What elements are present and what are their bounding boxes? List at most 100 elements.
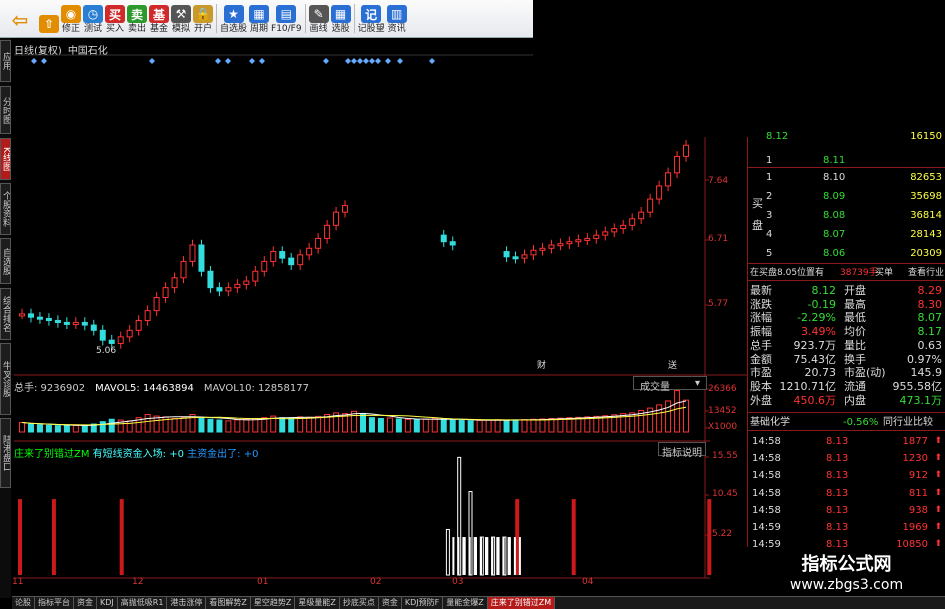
side-tab-7[interactable]: 陆港盘口 — [0, 418, 11, 488]
buy-row: 1 8.10 82653 — [748, 170, 945, 185]
volume-bar — [656, 404, 663, 433]
candle-body — [683, 144, 690, 157]
tick-price: 8.13 — [826, 487, 849, 499]
toolbar-button-sell[interactable]: 卖卖出 — [126, 0, 148, 37]
buy-volume: 20309 — [910, 248, 942, 259]
document-icon: ▤ — [276, 5, 297, 23]
volume-ma-5-line — [21, 400, 687, 426]
buy-price: 8.07 — [823, 229, 846, 240]
volume-bar — [342, 413, 349, 433]
price-axis-label: 6.71 — [708, 234, 729, 244]
indicator-tab[interactable]: 星空趋势Z — [251, 597, 296, 609]
volume-bar — [611, 414, 618, 433]
toolbar-button-up[interactable]: ⇧ — [38, 0, 60, 37]
indicator-tab[interactable]: 港击涨停 — [167, 597, 207, 609]
candle-body — [566, 241, 573, 245]
candle-body — [261, 260, 268, 272]
side-tab-1[interactable]: 分时图 — [0, 86, 11, 134]
candle-body — [602, 231, 609, 236]
divider — [748, 412, 945, 413]
side-tab-4[interactable]: 自选股 — [0, 238, 11, 284]
side-tab-3[interactable]: 个股资料 — [0, 183, 11, 235]
date-label: 03 — [452, 577, 464, 587]
volume-bar — [638, 409, 645, 433]
volume-bar — [395, 418, 402, 433]
toolbar-button-label: 测试 — [83, 24, 102, 34]
toolbar-button-buy[interactable]: 买买入 — [104, 0, 126, 37]
candle-body — [503, 251, 510, 258]
indicator-tab[interactable]: 抄底买点 — [340, 597, 379, 609]
toolbar-button-test[interactable]: ◷ 测试 — [82, 0, 104, 37]
volume-bar — [189, 413, 196, 433]
finance-mark: 财 — [537, 361, 547, 371]
pencil-icon: ✎ — [308, 5, 329, 23]
volume-bar — [252, 417, 259, 433]
side-tab-2[interactable]: K线图 — [0, 138, 11, 180]
tick-volume: 811 — [908, 487, 928, 499]
indicator-tab[interactable]: 资金 — [379, 597, 402, 609]
volume-bar — [458, 420, 465, 433]
indicator-tab[interactable]: 看图解势Z — [206, 597, 251, 609]
tick-volume: 938 — [908, 504, 928, 516]
candle-body — [198, 244, 205, 272]
indicator-tab[interactable]: 星级量能Z — [295, 597, 340, 609]
date-label: 11 — [12, 577, 24, 587]
indicator-tab[interactable]: 量能金爆Z — [443, 597, 488, 609]
toolbar-button-f10[interactable]: ▤ F10/F9 — [270, 0, 303, 37]
toolbar-button-draw[interactable]: ✎ 画线 — [308, 0, 330, 37]
toolbar-button-fund[interactable]: 基基金 — [148, 0, 170, 37]
buy-index: 5 — [766, 248, 773, 259]
volume-bar — [548, 417, 555, 433]
signal-diamond — [429, 58, 435, 64]
signal-diamond — [259, 58, 265, 64]
toolbar-separator — [353, 4, 355, 33]
volume-bar — [503, 419, 510, 433]
indicator-white-bar — [496, 537, 499, 575]
candle-body — [153, 297, 160, 312]
toolbar-button-modify[interactable]: ◉ 修正 — [60, 0, 82, 37]
signal-diamond — [345, 58, 351, 64]
side-tab-0[interactable]: 应用 — [0, 40, 11, 82]
indicator-white-bar — [475, 537, 477, 575]
indicator-white-bar — [497, 537, 500, 575]
sector-row: 基础化学 -0.56% 同行业比较 — [748, 415, 945, 430]
volume-selector-text: 成交量 — [640, 382, 670, 393]
side-tab-6[interactable]: 牛叉诊股 — [0, 343, 11, 415]
indicator-white-bar — [479, 536, 484, 576]
volume-bar — [674, 390, 681, 433]
indicator-tab[interactable]: 高抛低吸R1 — [118, 597, 168, 609]
indicator-tab[interactable]: KDJ — [97, 597, 118, 609]
volume-indicator-select[interactable]: 成交量 ▾ — [633, 376, 707, 393]
candle-body — [593, 234, 600, 239]
indicator-red-bar — [51, 499, 56, 575]
indicator-tab[interactable]: 论股 — [12, 597, 35, 609]
toolbar-button-select[interactable]: ▦ 选股 — [330, 0, 352, 37]
candle-body — [36, 316, 43, 320]
toolbar-button-watchlist[interactable]: ★ 自选股 — [219, 0, 248, 37]
candle-body — [665, 172, 672, 187]
tick-volume: 912 — [908, 470, 928, 482]
toolbar-button-cycle[interactable]: ▦ 周期 — [248, 0, 270, 37]
indicator-tab[interactable]: 指标平台 — [35, 597, 74, 609]
buy-index: 4 — [766, 229, 773, 240]
volume-bar — [297, 416, 304, 433]
bid-volume: 38739手 — [840, 268, 878, 278]
toolbar-button-news[interactable]: ▥ 资讯 — [386, 0, 408, 37]
toolbar-button-back[interactable]: ⇦ — [2, 0, 38, 37]
indicator-tab[interactable]: 资金 — [74, 597, 97, 609]
indicator-explain-button[interactable]: 指标说明 — [658, 442, 706, 459]
up-arrow-icon: ⬆ — [934, 453, 942, 464]
signal-diamond — [225, 58, 231, 64]
indicator-white-bar — [486, 537, 489, 575]
toolbar-button-simulate[interactable]: ⚒ 模拟 — [170, 0, 192, 37]
toolbar-button-note[interactable]: 记记股望 — [357, 0, 386, 37]
indicator-tab[interactable]: 庄来了别错过ZM — [487, 597, 556, 609]
indicator-tabs: 论股 指标平台 资金 KDJ 高抛低吸R1 港击涨停 看图解势Z 星空趋势Z 星级量能Z 抄底买点… — [12, 596, 945, 609]
indicator-tab[interactable]: KDJ预防F — [402, 597, 444, 609]
signal-diamond — [31, 58, 37, 64]
volume-bar — [530, 418, 537, 433]
period-label[interactable]: 日线(复权) — [14, 46, 62, 57]
date-label: 12 — [132, 577, 144, 587]
side-tab-5[interactable]: 综合排名 — [0, 288, 11, 340]
toolbar-button-open[interactable]: 🔒 开户 — [192, 0, 214, 37]
